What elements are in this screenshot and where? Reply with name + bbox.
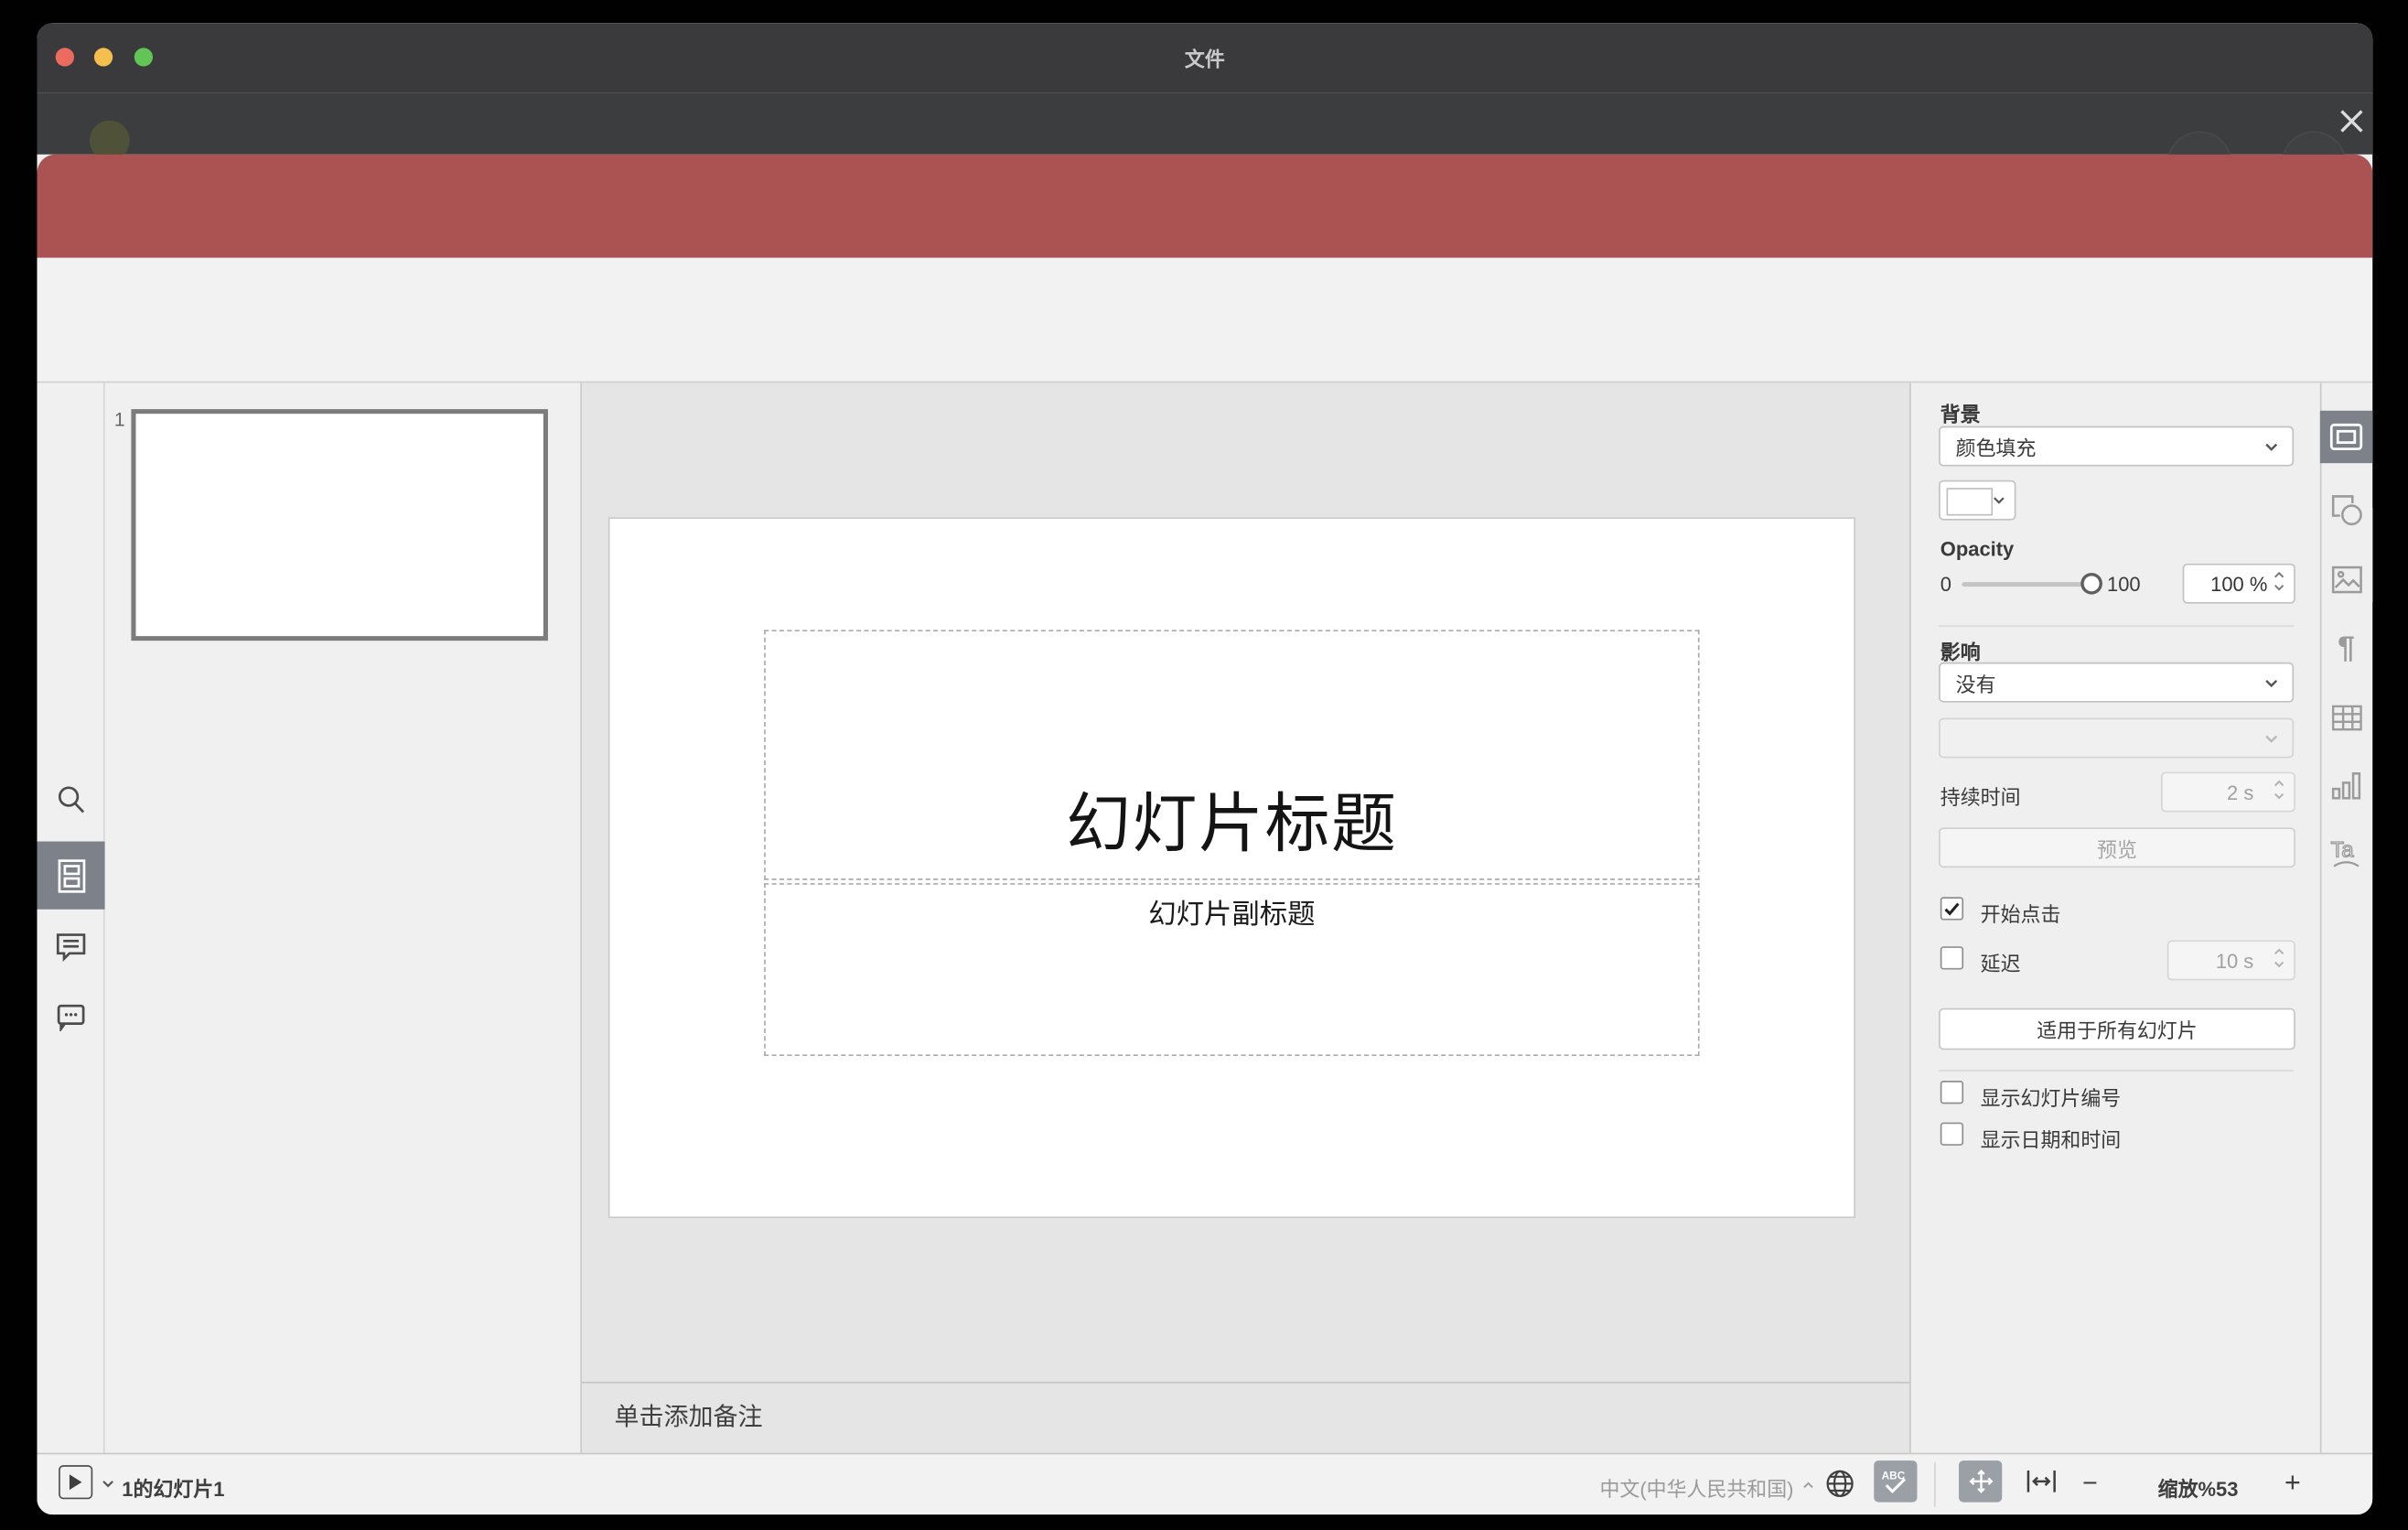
- preview-button: 预览: [1939, 827, 2295, 868]
- search-icon[interactable]: [37, 766, 104, 834]
- delay-spinbox: 10 s: [2166, 940, 2295, 981]
- show-slide-number-label[interactable]: 显示幻灯片编号: [1981, 1083, 2122, 1112]
- slide-thumbnail-number: 1: [113, 409, 125, 431]
- host-app-strip: [37, 92, 2373, 197]
- slide-indicator: 1的幻灯片1: [122, 1477, 225, 1501]
- slides-panel-icon[interactable]: [37, 841, 105, 910]
- spellcheck-icon[interactable]: ABC: [1874, 1460, 1918, 1503]
- opacity-slider-knob[interactable]: [2080, 572, 2102, 595]
- delay-checkbox[interactable]: [1940, 946, 1964, 970]
- start-on-click-checkbox[interactable]: [1940, 897, 1964, 921]
- background-fill-select[interactable]: 颜色填充: [1939, 426, 2295, 467]
- fit-to-slide-icon[interactable]: [1959, 1460, 2003, 1503]
- notes-placeholder[interactable]: 单击添加备注: [614, 1395, 762, 1432]
- panel-divider: [1939, 625, 2295, 627]
- slide-thumbnail[interactable]: [131, 409, 548, 641]
- delay-label[interactable]: 延迟: [1981, 948, 2021, 977]
- slide-settings-icon[interactable]: [2319, 410, 2373, 464]
- duration-spinbox: 2 s: [2161, 771, 2295, 813]
- editor-window: 文件 产品介绍.pptx adm***@: [37, 23, 2373, 1515]
- status-bar: [37, 1452, 2373, 1515]
- notes-divider[interactable]: [582, 1382, 1910, 1384]
- fit-to-width-icon[interactable]: [2026, 1467, 2058, 1496]
- window-title: 文件: [1184, 48, 1225, 71]
- background-label: 背景: [1940, 403, 1981, 426]
- panel-divider: [1939, 1070, 2295, 1072]
- svg-text:Ta: Ta: [2331, 838, 2355, 862]
- slide-title-placeholder[interactable]: 幻灯片标题: [764, 630, 1700, 880]
- effect-label: 影响: [1940, 641, 1981, 664]
- slide-subtitle-placeholder[interactable]: 幻灯片副标题: [764, 883, 1700, 1057]
- zoom-out-button[interactable]: −: [2082, 1469, 2098, 1500]
- table-settings-icon[interactable]: [2320, 692, 2372, 744]
- macos-titlebar: 文件: [37, 23, 2373, 93]
- home-toolbar: 添加幻灯片 A▲ A▼ Aa B I U: [37, 257, 2373, 603]
- opacity-value-spinbox[interactable]: 100 %: [2182, 563, 2295, 604]
- language-chevron-icon[interactable]: [1801, 1479, 1815, 1492]
- shape-settings-icon[interactable]: [2320, 483, 2372, 535]
- effect-select[interactable]: 没有: [1939, 662, 2295, 703]
- start-slideshow-status-icon[interactable]: [59, 1465, 93, 1500]
- svg-text:ABC: ABC: [1882, 1469, 1906, 1482]
- effect-type-select: [1939, 717, 2295, 759]
- opacity-min-label: 0: [1940, 572, 1951, 597]
- right-icon-rail: [2319, 382, 2373, 1453]
- background-color-picker[interactable]: [1939, 479, 2016, 521]
- language-selector[interactable]: 中文(中华人民共和国): [1577, 1473, 1793, 1503]
- chart-settings-icon[interactable]: [2320, 760, 2372, 812]
- image-settings-icon[interactable]: [2320, 553, 2372, 605]
- duration-label: 持续时间: [1940, 785, 2021, 810]
- close-icon[interactable]: [2338, 108, 2365, 135]
- paragraph-settings-icon[interactable]: ¶: [2320, 622, 2372, 674]
- comments-icon[interactable]: [37, 912, 104, 980]
- color-swatch: [1946, 488, 1994, 516]
- textart-settings-icon[interactable]: Ta: [2320, 827, 2372, 879]
- show-date-time-label[interactable]: 显示日期和时间: [1981, 1124, 2122, 1153]
- zoom-in-button[interactable]: +: [2284, 1467, 2301, 1499]
- show-slide-number-checkbox[interactable]: [1940, 1081, 1964, 1104]
- opacity-slider-track[interactable]: [1962, 582, 2092, 587]
- chat-icon[interactable]: [37, 982, 104, 1050]
- apply-to-all-slides-button[interactable]: 适用于所有幻灯片: [1939, 1007, 2295, 1051]
- divider: [1934, 1461, 1936, 1507]
- opacity-max-label: 100: [2107, 572, 2141, 597]
- zoom-level: 缩放%53: [2157, 1477, 2239, 1501]
- show-date-time-checkbox[interactable]: [1940, 1122, 1964, 1146]
- opacity-label: Opacity: [1940, 537, 2015, 561]
- set-language-globe-icon[interactable]: [1824, 1469, 1855, 1500]
- slideshow-options-chevron-icon[interactable]: [101, 1476, 116, 1492]
- editor-header: 产品介绍.pptx adm***@dootask.com 文件 主页 插入 协作: [37, 154, 2373, 390]
- start-on-click-label[interactable]: 开始点击: [1981, 899, 2061, 928]
